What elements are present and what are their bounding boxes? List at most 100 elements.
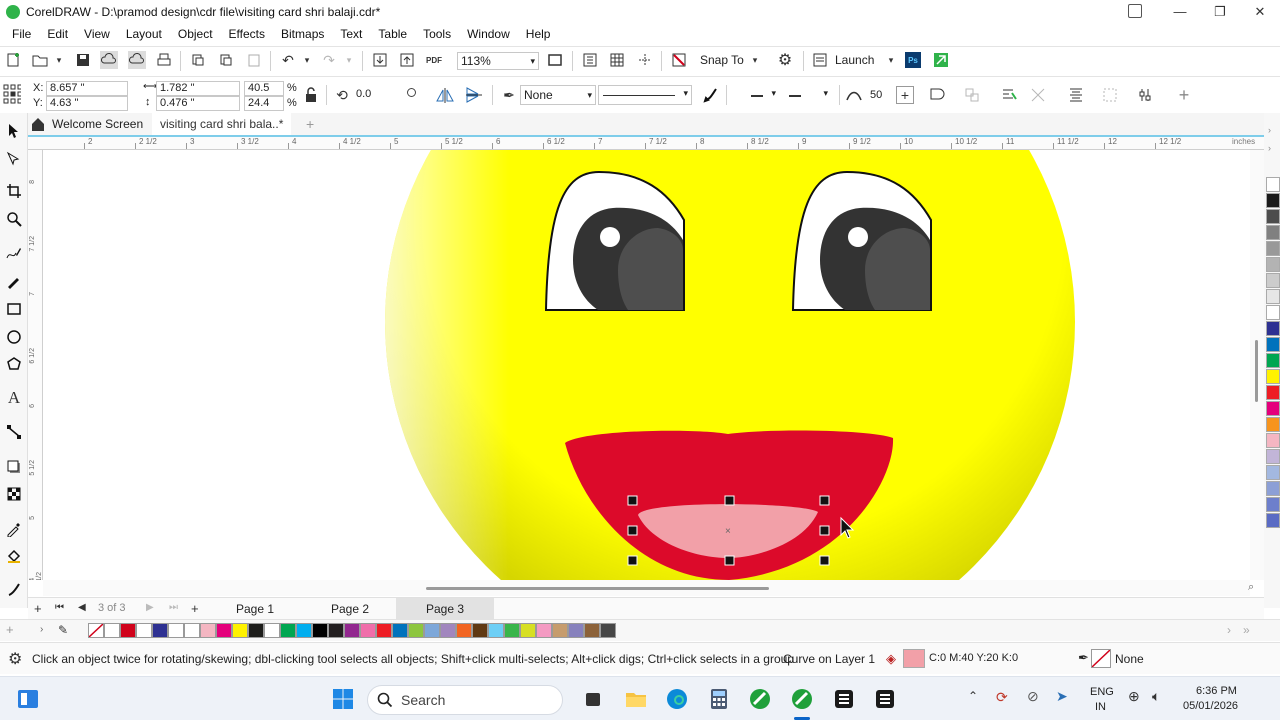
show-hidden-icons-chevron-up-icon[interactable]: ⌃ <box>968 689 978 703</box>
height-input[interactable]: 0.476 " <box>156 96 240 111</box>
end-arrowhead-select[interactable]: ▾ <box>784 85 832 105</box>
import-icon[interactable] <box>371 51 389 69</box>
color-swatch[interactable] <box>600 623 616 638</box>
full-screen-preview-icon[interactable] <box>581 51 599 69</box>
page-tab-1[interactable]: Page 1 <box>224 598 286 620</box>
folder-icon[interactable] <box>624 687 648 711</box>
export-icon[interactable] <box>398 51 416 69</box>
vertical-scrollbar[interactable] <box>1250 150 1264 580</box>
color-swatch[interactable] <box>296 623 312 638</box>
color-swatch[interactable] <box>1266 513 1280 528</box>
shape-tool-icon[interactable] <box>4 149 24 169</box>
object-origin-icon[interactable] <box>3 84 21 104</box>
lock-ratio-icon[interactable] <box>302 86 320 104</box>
snap-to-label[interactable]: Snap To <box>700 53 744 67</box>
color-swatch[interactable] <box>104 623 120 638</box>
menu-effects[interactable]: Effects <box>221 27 273 41</box>
new-document-icon[interactable] <box>4 51 22 69</box>
color-swatch[interactable] <box>376 623 392 638</box>
taskbar-search-box[interactable]: Search <box>367 685 563 715</box>
corel-font-manager-icon[interactable] <box>932 51 950 69</box>
color-swatch[interactable] <box>1266 417 1280 432</box>
menu-view[interactable]: View <box>76 27 118 41</box>
y-position-input[interactable]: 4.63 " <box>46 96 128 111</box>
color-swatch[interactable] <box>584 623 600 638</box>
palette-expand-icon[interactable]: › <box>1268 143 1271 153</box>
last-page-icon[interactable]: ⏭ <box>169 602 178 613</box>
globe-icon[interactable]: ⊕ <box>1128 688 1140 705</box>
color-swatch[interactable] <box>1266 193 1280 208</box>
snap-to-chevron-down-icon[interactable]: ▾ <box>746 51 764 69</box>
color-swatch[interactable] <box>120 623 136 638</box>
curve-smoothing-input[interactable]: 50 <box>866 86 896 104</box>
file-explorer-dark-icon[interactable] <box>581 687 605 711</box>
account-icon[interactable] <box>1128 4 1142 18</box>
color-swatch[interactable] <box>568 623 584 638</box>
menu-window[interactable]: Window <box>459 27 518 41</box>
close-curve-icon[interactable] <box>928 86 946 104</box>
color-swatch[interactable] <box>1266 289 1280 304</box>
language-indicator-bottom[interactable]: IN <box>1095 701 1106 713</box>
vertical-ruler[interactable]: 8 7 1/2 7 6 1/2 6 5 1/2 5 4 1/2 <box>28 150 43 580</box>
menu-bitmaps[interactable]: Bitmaps <box>273 27 332 41</box>
cloud-upload-icon[interactable] <box>128 51 146 69</box>
color-swatch[interactable] <box>1266 369 1280 384</box>
color-swatch[interactable] <box>200 623 216 638</box>
color-swatch[interactable] <box>520 623 536 638</box>
color-swatch[interactable] <box>1266 305 1280 320</box>
color-swatch[interactable] <box>1266 257 1280 272</box>
drawing-canvas[interactable]: × <box>43 150 1250 580</box>
menu-help[interactable]: Help <box>518 27 559 41</box>
palette-scroll-up-icon[interactable]: › <box>1268 125 1271 135</box>
color-swatch[interactable] <box>136 623 152 638</box>
close-button[interactable]: ✕ <box>1240 0 1280 23</box>
menu-text[interactable]: Text <box>332 27 370 41</box>
photo-paint-icon[interactable]: Ps <box>905 52 921 68</box>
color-swatch[interactable] <box>328 623 344 638</box>
horizontal-scroll-thumb[interactable] <box>426 587 769 590</box>
color-swatch[interactable] <box>1266 353 1280 368</box>
speaker-icon[interactable]: 🔈︎ <box>1152 688 1160 705</box>
previous-page-icon[interactable]: ◀ <box>78 602 86 613</box>
menu-tools[interactable]: Tools <box>415 27 459 41</box>
transparency-tool-icon[interactable] <box>4 484 24 504</box>
redo-icon[interactable]: ↷ <box>320 51 338 69</box>
color-swatch[interactable] <box>216 623 232 638</box>
show-guidelines-icon[interactable] <box>636 51 654 69</box>
redo-dropdown-icon[interactable]: ▾ <box>340 51 358 69</box>
add-page-before-icon[interactable]: + <box>34 601 42 616</box>
menu-object[interactable]: Object <box>170 27 221 41</box>
add-toolbar-item-icon[interactable]: + <box>1175 85 1193 105</box>
save-icon[interactable] <box>74 51 92 69</box>
node-edit-icon[interactable] <box>1136 86 1154 104</box>
trim-icon[interactable] <box>1029 86 1047 104</box>
zoom-level-combobox[interactable]: 113% ▾ <box>457 52 539 70</box>
color-swatch[interactable] <box>264 623 280 638</box>
ellipse-tool-icon[interactable] <box>4 327 24 347</box>
mirror-vertical-icon[interactable] <box>465 86 483 104</box>
chevron-down-icon[interactable]: ▾ <box>50 51 68 69</box>
color-swatch[interactable] <box>408 623 424 638</box>
network-off-icon[interactable]: ⊘ <box>1027 688 1039 705</box>
x-position-input[interactable]: 8.657 " <box>46 81 128 96</box>
outline-pen-settings-icon[interactable] <box>702 86 720 104</box>
color-swatch[interactable] <box>184 623 200 638</box>
coreldraw-icon[interactable] <box>748 687 772 711</box>
eyedropper-palette-icon[interactable]: ✎ <box>58 623 68 637</box>
color-swatch[interactable] <box>1266 337 1280 352</box>
corel-app-2-icon[interactable] <box>873 687 897 711</box>
break-apart-icon[interactable] <box>963 86 981 104</box>
color-swatch[interactable] <box>1266 433 1280 448</box>
paste-icon[interactable] <box>245 51 263 69</box>
add-page-after-icon[interactable]: + <box>191 601 199 616</box>
color-swatch[interactable] <box>360 623 376 638</box>
undo-dropdown-icon[interactable]: ▾ <box>298 51 316 69</box>
color-swatch[interactable] <box>504 623 520 638</box>
copy-icon[interactable] <box>217 51 235 69</box>
menu-edit[interactable]: Edit <box>39 27 76 41</box>
zoom-tool-icon[interactable] <box>4 209 24 229</box>
combine-icon[interactable] <box>1101 86 1119 104</box>
color-swatch[interactable] <box>344 623 360 638</box>
sync-icon[interactable]: ⟳ <box>996 689 1008 706</box>
right-eye[interactable] <box>791 170 932 311</box>
